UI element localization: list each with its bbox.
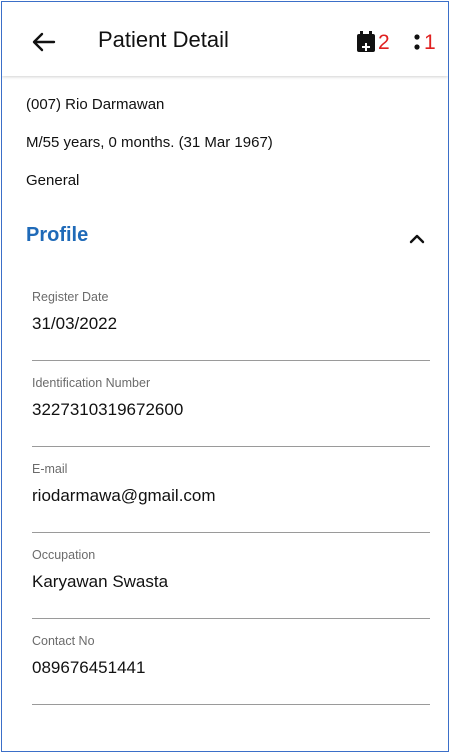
arrow-left-icon bbox=[32, 32, 56, 52]
field-value: riodarmawa@gmail.com bbox=[32, 486, 216, 505]
patient-demographics: M/55 years, 0 months. (31 Mar 1967) bbox=[26, 134, 273, 151]
more-menu-button[interactable]: 1 bbox=[414, 28, 436, 56]
field-label: Identification Number bbox=[32, 376, 151, 390]
occupation-field[interactable]: Occupation Karyawan Swasta bbox=[32, 548, 430, 619]
contact-number-field[interactable]: Contact No 089676451441 bbox=[32, 634, 430, 705]
field-label: Occupation bbox=[32, 548, 96, 562]
register-date-field[interactable]: Register Date 31/03/2022 bbox=[32, 290, 430, 361]
identification-number-field[interactable]: Identification Number 3227310319672600 bbox=[32, 376, 430, 447]
profile-section-title: Profile bbox=[26, 224, 89, 246]
back-button[interactable] bbox=[24, 24, 64, 60]
chevron-up-icon bbox=[409, 234, 425, 244]
page-title: Patient Detail bbox=[98, 27, 229, 52]
email-field[interactable]: E-mail riodarmawa@gmail.com bbox=[32, 462, 430, 533]
field-label: E-mail bbox=[32, 462, 68, 476]
patient-type: General bbox=[26, 172, 80, 189]
field-value: 3227310319672600 bbox=[32, 400, 184, 419]
patient-id-name: (007) Rio Darmawan bbox=[26, 96, 165, 113]
calendar-badge: 2 bbox=[378, 30, 390, 54]
calendar-plus-icon bbox=[357, 31, 375, 52]
calendar-button[interactable]: 2 bbox=[356, 28, 390, 56]
field-value: 089676451441 bbox=[32, 658, 146, 677]
app-bar: Patient Detail 2 1 bbox=[2, 2, 448, 76]
more-vertical-icon bbox=[414, 34, 420, 50]
screen-frame: Patient Detail 2 1 (007) Rio Darmawan M/… bbox=[1, 1, 449, 752]
field-value: 31/03/2022 bbox=[32, 314, 118, 333]
menu-badge: 1 bbox=[424, 30, 436, 54]
field-label: Register Date bbox=[32, 290, 109, 304]
field-value: Karyawan Swasta bbox=[32, 572, 169, 591]
field-label: Contact No bbox=[32, 634, 95, 648]
collapse-profile-button[interactable] bbox=[402, 227, 432, 251]
